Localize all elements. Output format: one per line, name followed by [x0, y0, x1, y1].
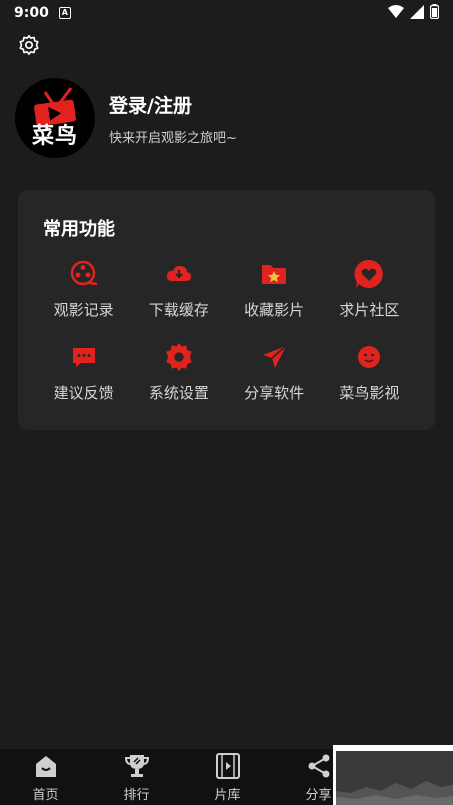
- star-folder-icon: [262, 265, 287, 284]
- tab-library[interactable]: 片库: [182, 749, 273, 805]
- feature-label: 收藏影片: [244, 301, 305, 319]
- send-icon: [263, 345, 287, 368]
- login-register-link[interactable]: 登录/注册: [109, 91, 237, 118]
- notification-icon: A: [58, 7, 71, 19]
- tab-label: 首页: [32, 788, 59, 803]
- tab-home[interactable]: 首页: [0, 749, 91, 805]
- share-icon: [308, 754, 329, 778]
- battery-icon: [430, 4, 439, 19]
- profile-subtitle: 快来开启观影之旅吧~: [109, 130, 237, 146]
- feature-system-settings[interactable]: 系统设置: [131, 335, 226, 418]
- heart-chat-icon: [354, 259, 384, 288]
- feature-label: 系统设置: [148, 384, 209, 402]
- cloud-download-icon: [166, 265, 192, 281]
- signal-icon: [410, 4, 424, 19]
- feature-share-app[interactable]: 分享软件: [227, 335, 322, 418]
- tab-ranking[interactable]: 排行: [91, 749, 182, 805]
- avatar[interactable]: 菜鸟: [15, 78, 95, 158]
- message-icon: [72, 348, 95, 367]
- feature-download-cache[interactable]: 下载缓存: [131, 252, 226, 335]
- film-icon: [215, 753, 240, 779]
- feature-label: 分享软件: [244, 384, 305, 402]
- feature-request-community[interactable]: 求片社区: [322, 252, 417, 335]
- feature-feedback[interactable]: 建议反馈: [36, 335, 131, 418]
- gear-icon: [19, 35, 39, 55]
- feature-caoniao-film[interactable]: 菜鸟影视: [322, 335, 417, 418]
- status-bar: 9:00 A: [0, 0, 453, 26]
- floating-preview-thumbnail[interactable]: [333, 745, 453, 805]
- preview-image: [336, 751, 453, 805]
- avatar-text: 菜鸟: [31, 124, 78, 149]
- gear-icon: [166, 343, 192, 371]
- preview-graphic: [336, 751, 453, 805]
- tab-label: 片库: [214, 788, 241, 803]
- common-features-card: 常用功能 观影记录 下载缓存 收藏影片 求片社区 建议反馈 系统设置 分享软件 …: [18, 190, 435, 430]
- feature-grid: 观影记录 下载缓存 收藏影片 求片社区 建议反馈 系统设置 分享软件 菜鸟影视: [36, 252, 417, 418]
- bird-icon: [358, 346, 381, 368]
- tab-label: 分享: [305, 788, 332, 803]
- film-reel-icon: [70, 260, 97, 286]
- trophy-icon: [124, 755, 149, 777]
- profile-section[interactable]: 菜鸟 登录/注册 快来开启观影之旅吧~: [15, 78, 237, 158]
- feature-label: 建议反馈: [53, 384, 114, 402]
- status-time: 9:00: [14, 5, 49, 21]
- card-title: 常用功能: [43, 219, 115, 240]
- wifi-icon: [388, 4, 404, 18]
- tab-label: 排行: [123, 788, 150, 803]
- feature-label: 观影记录: [53, 301, 114, 319]
- feature-watch-history[interactable]: 观影记录: [36, 252, 131, 335]
- feature-favorites[interactable]: 收藏影片: [227, 252, 322, 335]
- feature-label: 下载缓存: [148, 301, 209, 319]
- home-icon: [35, 756, 56, 777]
- feature-label: 求片社区: [339, 301, 400, 319]
- settings-button[interactable]: [16, 32, 42, 58]
- feature-label: 菜鸟影视: [339, 384, 400, 402]
- status-icons: [388, 4, 439, 19]
